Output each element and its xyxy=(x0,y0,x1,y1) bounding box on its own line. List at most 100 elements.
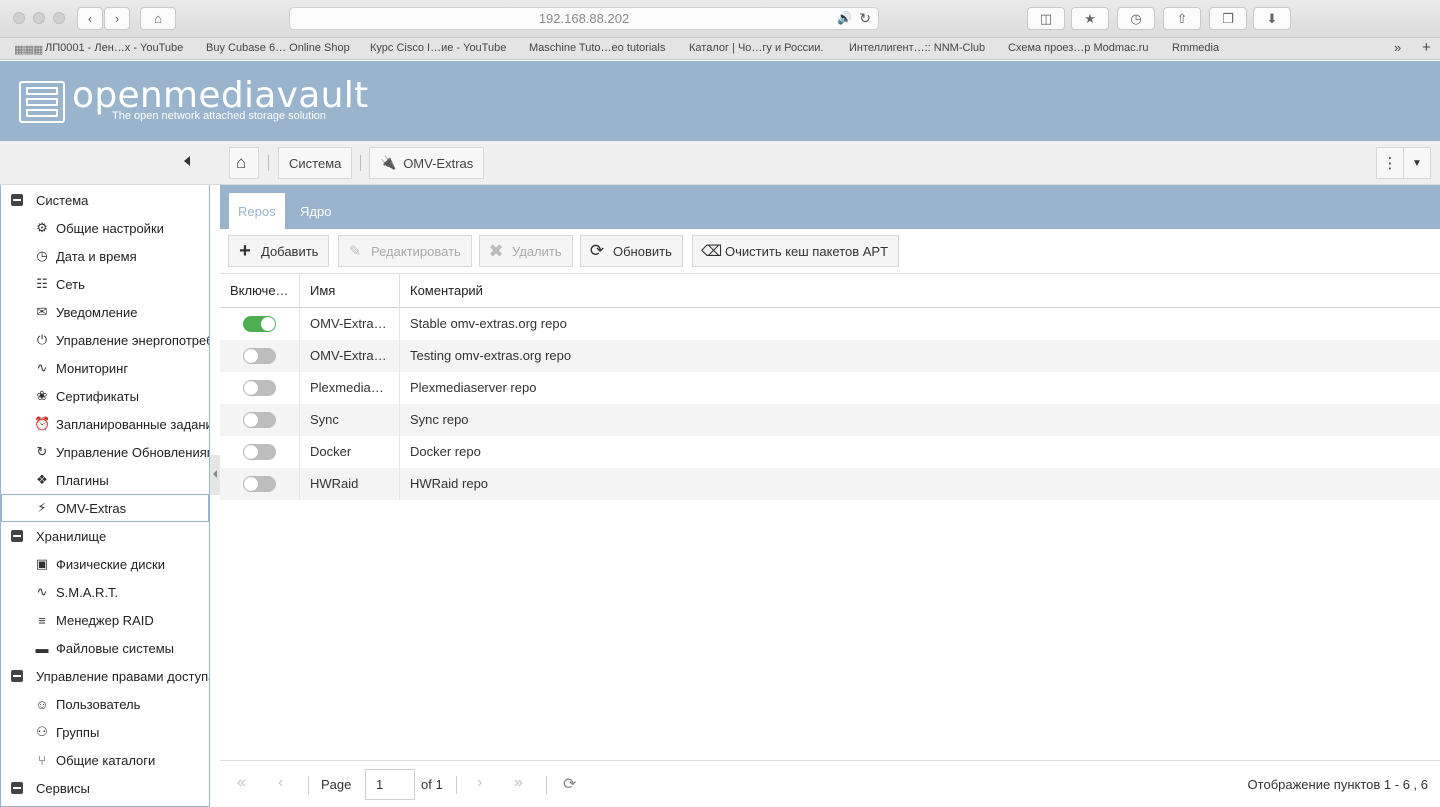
bookmark-link[interactable]: Maschine Tuto…eo tutorials xyxy=(529,42,665,54)
tab-repos[interactable]: Repos xyxy=(229,193,285,229)
edit-button[interactable]: ✎ Редактировать xyxy=(338,235,472,267)
close-window-button[interactable] xyxy=(13,12,25,24)
breadcrumb-home[interactable]: ⌂ xyxy=(229,147,259,179)
previous-page-icon[interactable]: ‹ xyxy=(278,774,283,792)
refresh-icon[interactable]: ⟳ xyxy=(563,774,576,794)
audio-icon[interactable]: 🔊 xyxy=(837,8,852,29)
nav-item-2[interactable]: ◷ Дата и время xyxy=(1,242,209,270)
sidebar-splitter[interactable] xyxy=(210,455,220,495)
chevron-left-icon: ‹ xyxy=(87,11,93,26)
nav-item-8[interactable]: ⏰ Запланированные задания xyxy=(1,410,209,438)
nav-item-14[interactable]: ∿ S.M.A.R.T. xyxy=(1,578,209,606)
nav-item-11[interactable]: ⚡ OMV-Extras xyxy=(1,494,209,522)
enabled-toggle[interactable] xyxy=(243,476,276,492)
last-page-icon[interactable]: » xyxy=(514,774,523,792)
column-header-enabled[interactable]: Включе… xyxy=(220,274,300,308)
history-button[interactable]: ◷ xyxy=(1117,7,1155,30)
collapse-toggle-icon[interactable] xyxy=(11,782,23,794)
collapse-toggle-icon[interactable] xyxy=(11,530,23,542)
downloads-button[interactable]: ⬇ xyxy=(1253,7,1291,30)
zoom-window-button[interactable] xyxy=(53,12,65,24)
nav-item-4[interactable]: ✉ Уведомление xyxy=(1,298,209,326)
bookmark-link[interactable]: Buy Cubase 6… Online Shop xyxy=(206,42,350,54)
edit-icon: ✎ xyxy=(348,243,362,260)
nav-group-12[interactable]: Хранилище xyxy=(1,522,209,550)
puzzle-icon: ❖ xyxy=(36,472,48,487)
address-bar[interactable]: 192.168.88.202 🔊 ↻ xyxy=(289,7,879,30)
nav-item-20[interactable]: ⑂ Общие каталоги xyxy=(1,746,209,774)
nav-item-9[interactable]: ↻ Управление Обновлениями xyxy=(1,438,209,466)
enabled-toggle[interactable] xyxy=(243,412,276,428)
page-number-input[interactable] xyxy=(365,769,415,800)
nav-item-18[interactable]: ☺ Пользователь xyxy=(1,690,209,718)
share-button[interactable]: ⇧ xyxy=(1163,7,1201,30)
collapse-toggle-icon[interactable] xyxy=(11,670,23,682)
collapse-sidebar-icon[interactable] xyxy=(184,156,190,166)
clear-apt-cache-button[interactable]: ⌫ Очистить кеш пакетов APT xyxy=(692,235,900,267)
table-row[interactable]: OMV-Extra… Testing omv-extras.org repo xyxy=(220,340,1440,372)
breadcrumb-item-system[interactable]: Система xyxy=(278,147,353,179)
add-button[interactable]: + Добавить xyxy=(228,235,330,267)
grid-header: Включе… Имя Коментарий xyxy=(220,273,1440,308)
home-icon: ⌂ xyxy=(154,11,162,26)
minimize-window-button[interactable] xyxy=(33,12,45,24)
bookmark-link[interactable]: Интеллигент…:: NNM-Club xyxy=(849,42,985,54)
bookmark-link[interactable]: Rmmedia xyxy=(1172,42,1219,54)
forward-button[interactable]: › xyxy=(104,7,130,30)
bookmark-button[interactable]: ★ xyxy=(1071,7,1109,30)
table-row[interactable]: Sync Sync repo xyxy=(220,404,1440,436)
more-bookmarks-icon[interactable]: » xyxy=(1394,40,1401,55)
nav-item-19[interactable]: ⚇ Группы xyxy=(1,718,209,746)
enabled-toggle[interactable] xyxy=(243,316,276,332)
nav-item-label: Управление Обновлениями xyxy=(56,444,210,460)
bookmark-link[interactable]: Схема проез…р Modmac.ru xyxy=(1008,42,1148,54)
home-button[interactable]: ⌂ xyxy=(140,7,176,30)
dropdown-menu-button[interactable]: ▼ xyxy=(1403,147,1431,179)
column-header-comment[interactable]: Коментарий xyxy=(400,274,1440,308)
refresh-button[interactable]: ⟳ Обновить xyxy=(580,235,683,267)
new-tab-icon[interactable]: + xyxy=(1422,39,1431,56)
nav-item-5[interactable]: ⏻ Управление энергопотребл xyxy=(1,326,209,354)
table-row[interactable]: OMV-Extra… Stable omv-extras.org repo xyxy=(220,308,1440,340)
nav-item-10[interactable]: ❖ Плагины xyxy=(1,466,209,494)
table-row[interactable]: Docker Docker repo xyxy=(220,436,1440,468)
table-row[interactable]: Plexmedia… Plexmediaserver repo xyxy=(220,372,1440,404)
nav-item-16[interactable]: ▬ Файловые системы xyxy=(1,634,209,662)
table-row[interactable]: HWRaid HWRaid repo xyxy=(220,468,1440,500)
tabs-overview-button[interactable]: ❐ xyxy=(1209,7,1247,30)
nav-item-6[interactable]: ∿ Мониторинг xyxy=(1,354,209,382)
top-sites-icon[interactable]: ▦▦▦ xyxy=(14,43,43,56)
nav-item-1[interactable]: ⚙ Общие настройки xyxy=(1,214,209,242)
enabled-toggle[interactable] xyxy=(243,380,276,396)
delete-button[interactable]: ✖ Удалить xyxy=(479,235,573,267)
collapse-toggle-icon[interactable] xyxy=(11,194,23,206)
nav-group-17[interactable]: Управление правами доступа xyxy=(1,662,209,690)
breadcrumb-item-omv-extras[interactable]: 🔌 OMV-Extras xyxy=(369,147,485,179)
user-icon: ☺ xyxy=(35,696,49,712)
nav-item-3[interactable]: ☷ Сеть xyxy=(1,270,209,298)
sidebar-toggle-button[interactable]: ◫ xyxy=(1027,7,1065,30)
toggle-knob xyxy=(244,445,258,459)
reload-icon[interactable]: ↻ xyxy=(859,8,871,29)
more-menu-button[interactable]: ⋮ xyxy=(1376,147,1404,179)
nav-item-15[interactable]: ≡ Менеджер RAID xyxy=(1,606,209,634)
nav-group-0[interactable]: Система xyxy=(1,186,209,214)
nav-item-label: Уведомление xyxy=(56,304,138,320)
tabs-icon: ❐ xyxy=(1222,10,1234,26)
back-button[interactable]: ‹ xyxy=(77,7,103,30)
bookmark-link[interactable]: Каталог | Чо…гу и России. xyxy=(689,42,824,54)
nav-group-21[interactable]: Сервисы xyxy=(1,774,209,802)
nav-item-13[interactable]: ▣ Физические диски xyxy=(1,550,209,578)
toggle-knob xyxy=(244,381,258,395)
nav-item-label: Мониторинг xyxy=(56,360,129,376)
tab-kernel[interactable]: Ядро xyxy=(291,193,340,229)
repo-name-cell: Sync xyxy=(310,412,339,427)
column-header-name[interactable]: Имя xyxy=(300,274,400,308)
first-page-icon[interactable]: « xyxy=(237,774,246,792)
bookmark-link[interactable]: ЛП0001 - Лен…х - YouTube xyxy=(45,42,183,54)
bookmark-link[interactable]: Курс Cisco I…ие - YouTube xyxy=(370,42,506,54)
next-page-icon[interactable]: › xyxy=(477,774,482,792)
nav-item-7[interactable]: ❀ Сертификаты xyxy=(1,382,209,410)
enabled-toggle[interactable] xyxy=(243,444,276,460)
enabled-toggle[interactable] xyxy=(243,348,276,364)
